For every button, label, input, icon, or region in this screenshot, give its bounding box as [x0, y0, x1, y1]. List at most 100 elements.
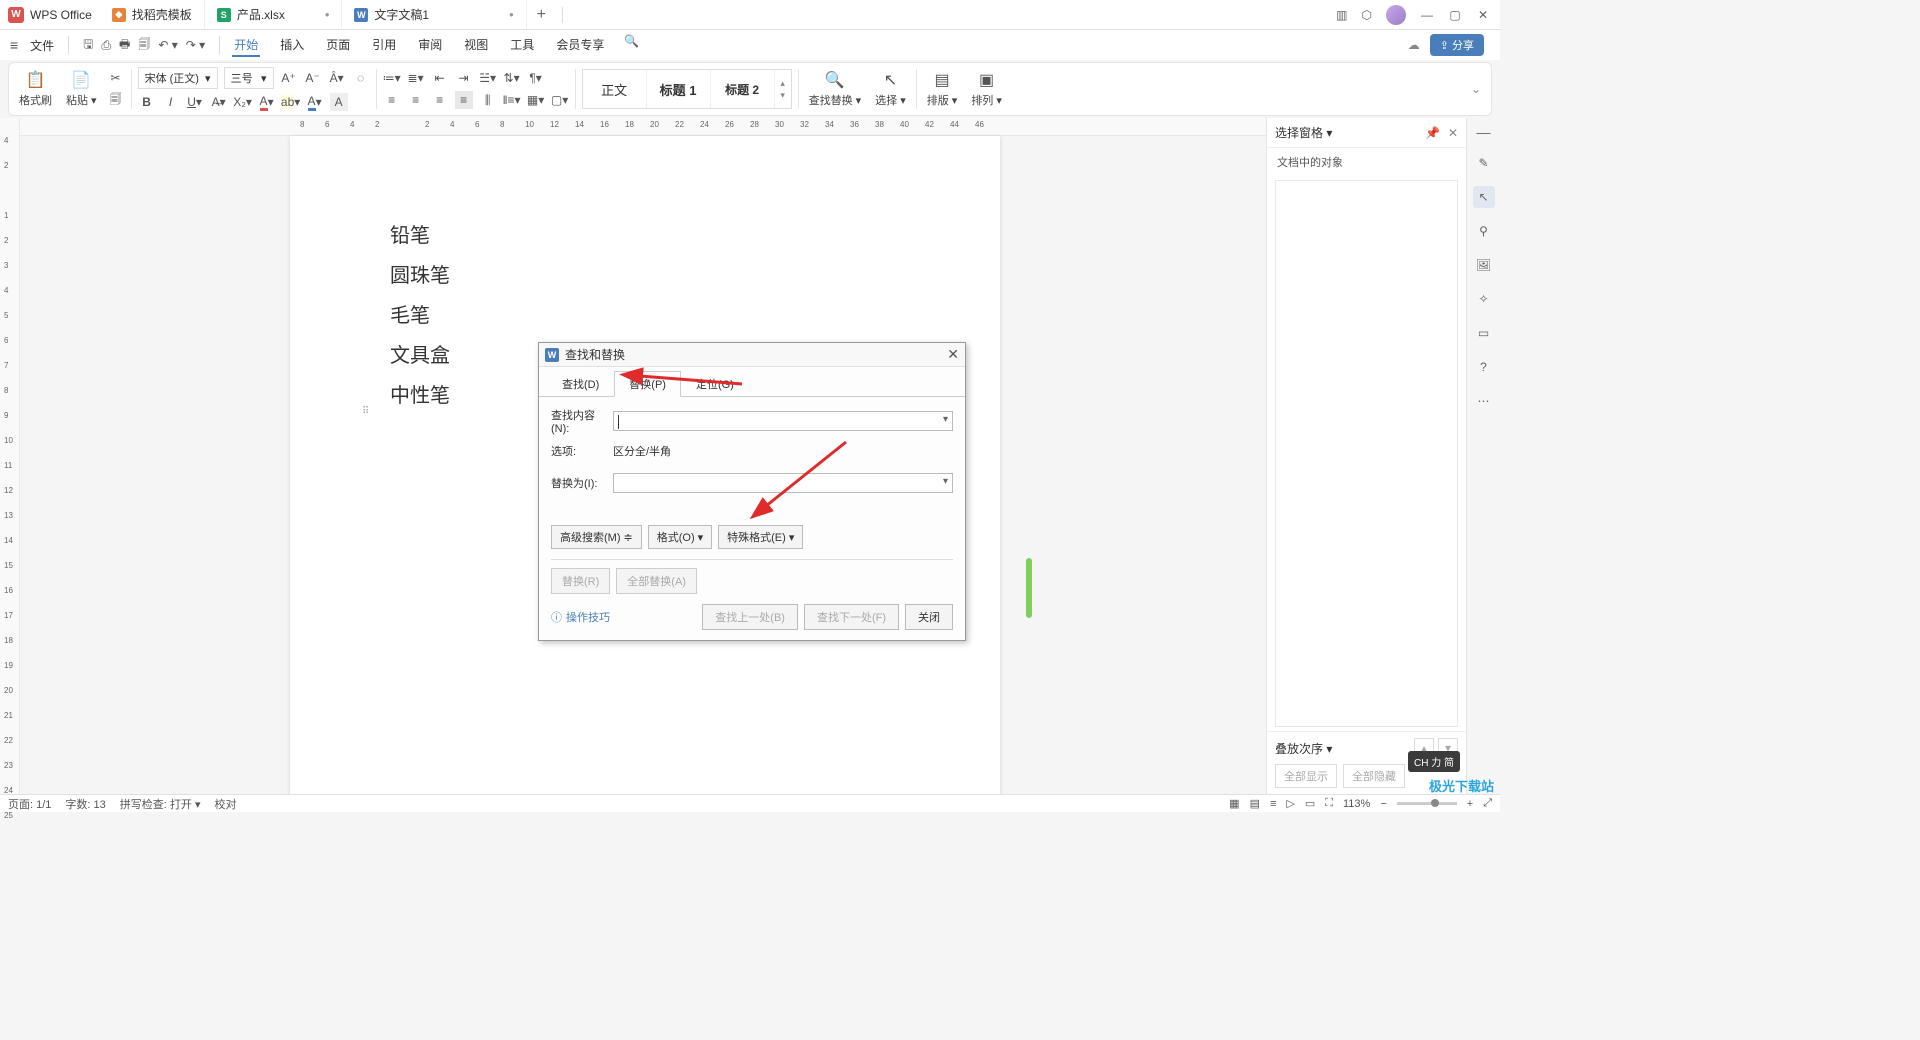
panel-collapse-icon[interactable]: — [1477, 124, 1491, 140]
layout-group[interactable]: ▤ 排版 ▾ [923, 65, 962, 113]
replace-button[interactable]: 替换(R) [551, 568, 610, 594]
bullets-icon[interactable]: ≔▾ [383, 69, 401, 87]
find-input[interactable]: ▾ [613, 411, 953, 431]
replace-all-button[interactable]: 全部替换(A) [616, 568, 697, 594]
status-words[interactable]: 字数: 13 [65, 796, 105, 812]
hide-all-button[interactable]: 全部隐藏 [1343, 764, 1405, 788]
undo-icon[interactable]: ↶ ▾ [158, 38, 177, 52]
replace-input[interactable]: ▾ [613, 473, 953, 493]
format-dropdown[interactable]: 格式(O) ▾ [648, 525, 712, 549]
text-effects-icon[interactable]: A▾ [306, 93, 324, 111]
cloud-icon[interactable]: ☁ [1408, 38, 1420, 52]
show-marks-icon[interactable]: ¶▾ [527, 69, 545, 87]
grow-font-icon[interactable]: A⁺ [280, 69, 298, 87]
document-line[interactable]: 铅笔 [390, 216, 900, 256]
find-replace-group[interactable]: 🔍 查找替换 ▾ [805, 65, 866, 113]
menu-reference[interactable]: 引用 [370, 34, 398, 57]
status-proof[interactable]: 校对 [214, 796, 236, 812]
align-right-icon[interactable]: ≡ [431, 91, 449, 109]
print-preview-icon[interactable]: 🗐 [138, 35, 150, 56]
chevron-down-icon[interactable]: ▾ [943, 414, 948, 425]
view-fullwidth-icon[interactable]: ⛶ [1325, 797, 1333, 810]
tab-spreadsheet[interactable]: S 产品.xlsx • [205, 0, 343, 29]
print-icon[interactable]: 🖶 [119, 35, 130, 56]
superscript-icon[interactable]: X₂▾ [234, 93, 252, 111]
minimize-button[interactable]: — [1420, 8, 1434, 22]
style-more[interactable]: ▴▾ [775, 78, 791, 101]
file-menu[interactable]: 文件 [24, 37, 60, 54]
close-button[interactable]: ✕ [1476, 8, 1490, 22]
shrink-font-icon[interactable]: A⁻ [304, 69, 322, 87]
advanced-search-dropdown[interactable]: 高级搜索(M) ≑ [551, 525, 642, 549]
share-button[interactable]: ⇪ 分享 [1430, 34, 1484, 56]
align-justify-icon[interactable]: ≡ [455, 91, 473, 109]
sort-icon[interactable]: ⇅▾ [503, 69, 521, 87]
close-icon[interactable]: • [509, 7, 514, 22]
zoom-value[interactable]: 113% [1343, 798, 1370, 810]
find-prev-button[interactable]: 查找上一处(B) [702, 604, 798, 630]
underline-icon[interactable]: U▾ [186, 93, 204, 111]
zoom-in-icon[interactable]: + [1467, 798, 1473, 810]
menu-member[interactable]: 会员专享 [554, 34, 606, 57]
close-button[interactable]: 关闭 [905, 604, 953, 630]
select-group[interactable]: ↖ 选择 ▾ [871, 65, 910, 113]
zoom-out-icon[interactable]: − [1380, 798, 1386, 810]
object-list[interactable] [1275, 180, 1458, 727]
redo-icon[interactable]: ↷ ▾ [186, 38, 205, 52]
tab-goto[interactable]: 定位(G) [681, 371, 749, 397]
help-icon[interactable]: ? [1473, 356, 1495, 378]
tab-document[interactable]: W 文字文稿1 • [342, 0, 526, 29]
style-heading2[interactable]: 标题 2 [711, 70, 775, 108]
view-outline-icon[interactable]: ≡ [1270, 798, 1276, 810]
menu-review[interactable]: 审阅 [416, 34, 444, 57]
format-painter-group[interactable]: 📋 格式刷 [15, 65, 56, 113]
view-grid-icon[interactable]: ▦ [1229, 797, 1239, 810]
page-tool-icon[interactable]: ▭ [1473, 322, 1495, 344]
numbering-icon[interactable]: ≣▾ [407, 69, 425, 87]
decrease-indent-icon[interactable]: ⇤ [431, 69, 449, 87]
document-line[interactable]: 圆珠笔 [390, 256, 900, 296]
char-shading-icon[interactable]: A [330, 93, 348, 111]
search-icon[interactable]: 🔍 [624, 34, 639, 57]
clear-format-icon[interactable]: ◌ [352, 69, 370, 87]
view-read-icon[interactable]: ▭ [1305, 797, 1315, 810]
save-icon[interactable]: 🖫 [83, 35, 93, 56]
settings-tool-icon[interactable]: ⚲ [1473, 220, 1495, 242]
distribute-icon[interactable]: ⫼ [479, 91, 497, 109]
change-case-icon[interactable]: Ȃ▾ [328, 69, 346, 87]
menu-insert[interactable]: 插入 [278, 34, 306, 57]
strike-icon[interactable]: A̶▾ [210, 93, 228, 111]
italic-icon[interactable]: I [162, 93, 180, 111]
document-line[interactable]: 毛笔 [390, 296, 900, 336]
status-spell[interactable]: 拼写检查: 打开 ▾ [120, 796, 201, 812]
highlight-icon[interactable]: ab▾ [282, 93, 300, 111]
find-next-button[interactable]: 查找下一处(F) [804, 604, 899, 630]
tab-template[interactable]: ◆ 找稻壳模板 [100, 0, 205, 29]
tips-link[interactable]: ⓘ操作技巧 [551, 609, 610, 625]
view-page-icon[interactable]: ▤ [1250, 797, 1260, 810]
cut-icon[interactable]: ✂ [107, 69, 125, 87]
copy-icon[interactable]: 🗐 [107, 91, 125, 109]
status-page[interactable]: 页面: 1/1 [8, 796, 51, 812]
drag-handle-icon[interactable]: ⠿ [362, 406, 367, 417]
zoom-slider[interactable] [1397, 802, 1457, 805]
avatar[interactable] [1386, 5, 1406, 25]
shape-tool-icon[interactable]: ✧ [1473, 288, 1495, 310]
maximize-button[interactable]: ▢ [1448, 8, 1462, 22]
paste-group[interactable]: 📄 粘贴 ▾ [62, 65, 101, 113]
menu-view[interactable]: 视图 [462, 34, 490, 57]
style-normal[interactable]: 正文 [583, 70, 647, 108]
ribbon-collapse-icon[interactable]: ⌄ [1471, 82, 1485, 96]
chevron-down-icon[interactable]: ▾ [943, 476, 948, 487]
line-spacing-icon[interactable]: ‖≡▾ [503, 91, 521, 109]
close-icon[interactable]: ✕ [1448, 126, 1458, 140]
dialog-close-icon[interactable]: ✕ [947, 346, 959, 363]
edit-tool-icon[interactable]: ✎ [1473, 152, 1495, 174]
more-icon[interactable]: ⋯ [1473, 390, 1495, 412]
select-tool-icon[interactable]: ↖ [1473, 186, 1495, 208]
new-tab-button[interactable]: + [527, 6, 556, 24]
show-all-button[interactable]: 全部显示 [1275, 764, 1337, 788]
arrange-group[interactable]: ▣ 排列 ▾ [967, 65, 1006, 113]
image-tool-icon[interactable]: 🖼 [1473, 254, 1495, 276]
export-icon[interactable]: ⎙ [101, 38, 111, 53]
